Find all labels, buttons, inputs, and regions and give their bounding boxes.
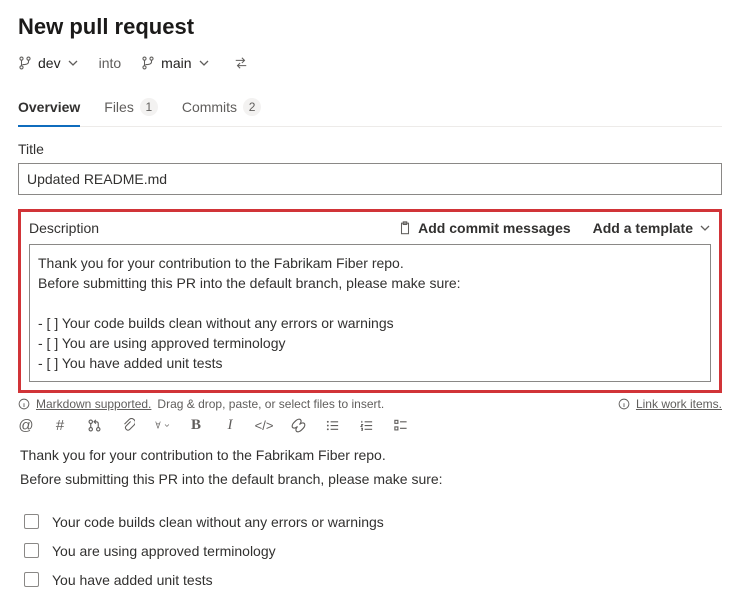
list-ul-icon xyxy=(325,418,340,433)
chevron-down-icon xyxy=(67,57,79,69)
preview-check-item: You have added unit tests xyxy=(20,569,722,590)
add-template-button[interactable]: Add a template xyxy=(593,220,711,236)
swap-icon xyxy=(234,56,248,70)
markdown-supported-link[interactable]: Markdown supported. xyxy=(36,397,151,411)
preview-check-item: Your code builds clean without any error… xyxy=(20,511,722,532)
source-branch-name: dev xyxy=(38,54,61,72)
checklist-checkbox[interactable] xyxy=(24,514,39,529)
paperclip-icon xyxy=(121,418,135,432)
tabs: Overview Files 1 Commits 2 xyxy=(18,92,722,127)
tab-label: Files xyxy=(104,99,134,115)
page-title: New pull request xyxy=(18,14,722,40)
tab-label: Overview xyxy=(18,99,80,115)
numbered-list-button[interactable] xyxy=(358,417,374,433)
pull-request-icon xyxy=(87,418,102,433)
target-branch-name: main xyxy=(161,54,191,72)
count-badge: 1 xyxy=(140,98,158,116)
link-work-items-link[interactable]: Link work items. xyxy=(636,397,722,411)
tab-label: Commits xyxy=(182,99,237,115)
code-button[interactable]: </> xyxy=(256,417,272,433)
checklist-label: Your code builds clean without any error… xyxy=(52,512,384,532)
bulleted-list-button[interactable] xyxy=(324,417,340,433)
link-icon xyxy=(291,418,306,433)
source-branch-button[interactable]: dev xyxy=(18,54,79,72)
bold-button[interactable]: B xyxy=(188,417,204,433)
italic-button[interactable]: I xyxy=(222,417,238,433)
button-label: Add a template xyxy=(593,220,693,236)
description-textarea[interactable]: Thank you for your contribution to the F… xyxy=(29,244,711,382)
target-branch-button[interactable]: main xyxy=(141,54,209,72)
list-ol-icon xyxy=(359,418,374,433)
tab-overview[interactable]: Overview xyxy=(18,92,80,126)
pull-request-ref-button[interactable] xyxy=(86,417,102,433)
swap-branches-button[interactable] xyxy=(234,56,248,70)
heading-icon xyxy=(154,418,163,432)
mention-button[interactable]: @ xyxy=(18,417,34,433)
description-highlight-box: Description Add commit messages Add a te… xyxy=(18,209,722,393)
branch-icon xyxy=(18,56,32,70)
info-icon xyxy=(18,398,30,410)
preview-intro-line: Thank you for your contribution to the F… xyxy=(20,445,722,465)
into-label: into xyxy=(99,55,122,71)
hint-row: Markdown supported. Drag & drop, paste, … xyxy=(18,397,722,411)
heading-button[interactable] xyxy=(154,417,170,433)
title-label: Title xyxy=(18,141,722,157)
checklist-checkbox[interactable] xyxy=(24,572,39,587)
attachment-button[interactable] xyxy=(120,417,136,433)
editor-toolbar: @ # B I </> xyxy=(18,417,722,433)
branch-selector-row: dev into main xyxy=(18,54,722,72)
branch-icon xyxy=(141,56,155,70)
chevron-down-icon xyxy=(699,222,711,234)
hash-button[interactable]: # xyxy=(52,417,68,433)
title-input[interactable] xyxy=(18,163,722,195)
count-badge: 2 xyxy=(243,98,261,116)
chevron-down-icon xyxy=(198,57,210,69)
add-commit-messages-button[interactable]: Add commit messages xyxy=(398,220,571,236)
checklist-label: You have added unit tests xyxy=(52,570,213,590)
button-label: Add commit messages xyxy=(418,220,571,236)
info-icon xyxy=(618,398,630,410)
tab-commits[interactable]: Commits 2 xyxy=(182,92,261,126)
preview-intro-line: Before submitting this PR into the defau… xyxy=(20,469,722,489)
link-button[interactable] xyxy=(290,417,306,433)
checklist-label: You are using approved terminology xyxy=(52,541,276,561)
checklist-checkbox[interactable] xyxy=(24,543,39,558)
drag-drop-hint: Drag & drop, paste, or select files to i… xyxy=(157,397,384,411)
preview-check-item: You are using approved terminology xyxy=(20,540,722,561)
checklist-icon xyxy=(393,418,408,433)
checklist-button[interactable] xyxy=(392,417,408,433)
description-label: Description xyxy=(29,220,376,236)
tab-files[interactable]: Files 1 xyxy=(104,92,158,126)
chevron-down-icon xyxy=(164,421,170,430)
clipboard-icon xyxy=(398,221,412,235)
description-preview: Thank you for your contribution to the F… xyxy=(18,445,722,590)
